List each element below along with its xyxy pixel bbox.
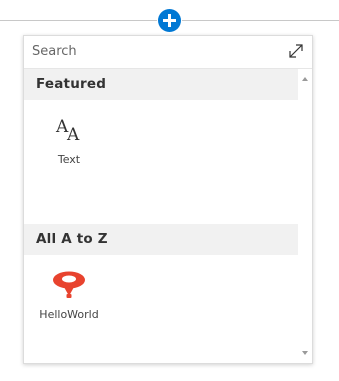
toolbox-scrollbar[interactable] <box>298 69 312 363</box>
expand-icon[interactable] <box>288 43 304 59</box>
tile-label: Text <box>57 153 81 166</box>
scroll-down-arrow-icon[interactable] <box>302 351 308 355</box>
balloon-icon <box>53 271 85 298</box>
text-icon: A A <box>55 117 80 143</box>
webpart-tile-helloworld[interactable]: HelloWorld <box>33 260 105 340</box>
webpart-toolbox: Featured A A Text All A to Z HelloWorld <box>23 35 313 364</box>
toolbox-search-input[interactable] <box>24 36 274 67</box>
section-header-featured: Featured <box>24 69 298 100</box>
toolbox-search-row <box>24 36 312 69</box>
tile-label: HelloWorld <box>39 308 99 321</box>
add-webpart-button[interactable] <box>158 9 181 32</box>
scroll-up-arrow-icon[interactable] <box>302 77 308 81</box>
toolbox-list: Featured A A Text All A to Z HelloWorld <box>24 69 312 363</box>
section-header-all-a-to-z: All A to Z <box>24 224 298 255</box>
webpart-tile-text[interactable]: A A Text <box>33 105 105 185</box>
svg-text:A: A <box>66 125 80 143</box>
